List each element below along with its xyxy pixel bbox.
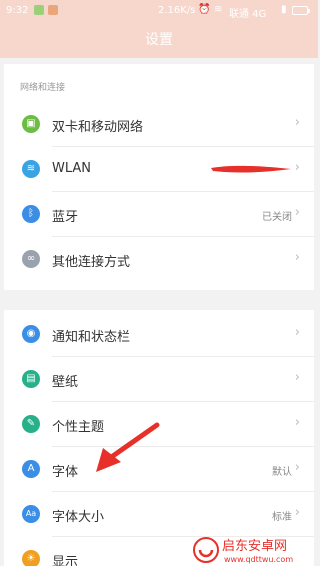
- watermark-logo: 启东安卓网 www.qdttwu.com: [190, 520, 318, 566]
- annotation-arrow: [96, 422, 160, 472]
- svg-text:www.qdttwu.com: www.qdttwu.com: [224, 555, 293, 564]
- svg-text:启东安卓网: 启东安卓网: [222, 539, 287, 554]
